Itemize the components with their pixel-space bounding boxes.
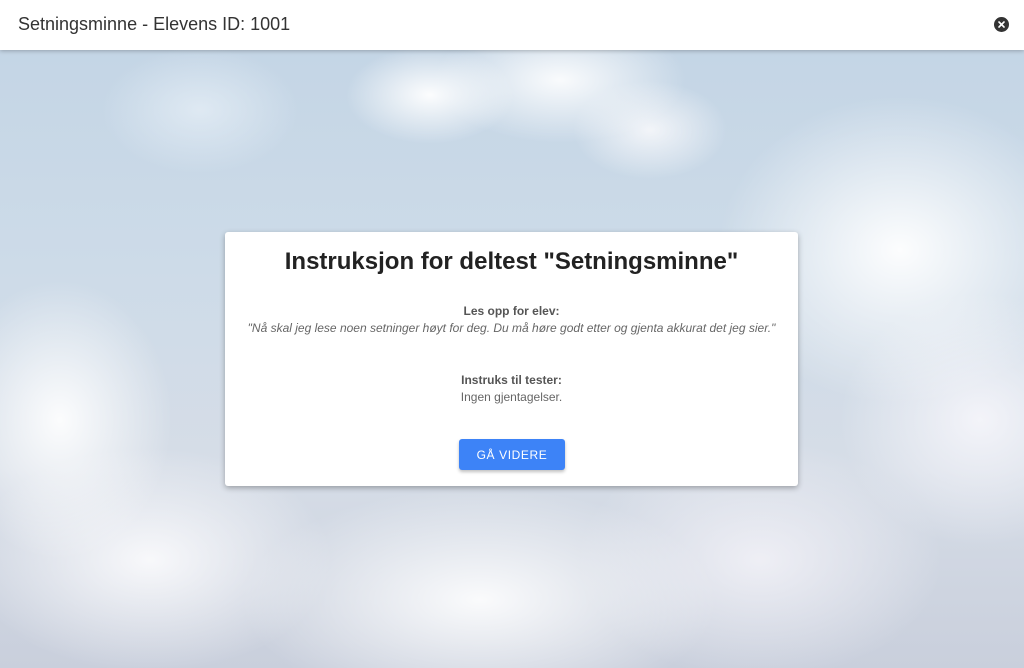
continue-button[interactable]: GÅ VIDERE <box>459 439 565 470</box>
instruction-title: Instruksjon for deltest "Setningsminne" <box>284 248 739 275</box>
read-aloud-heading: Les opp for elev: <box>463 304 560 318</box>
read-aloud-text: "Nå skal jeg lese noen setninger høyt fo… <box>247 321 776 335</box>
app-header: Setningsminne - Elevens ID: 1001 <box>0 0 1024 50</box>
instruction-card: Instruksjon for deltest "Setningsminne" … <box>225 232 798 486</box>
tester-instruction-heading: Instruks til tester: <box>461 373 562 387</box>
window-title: Setningsminne - Elevens ID: 1001 <box>18 14 291 34</box>
tester-instruction-text: Ingen gjentagelser. <box>460 390 563 404</box>
close-icon[interactable] <box>994 17 1009 32</box>
close-x-glyph <box>998 21 1005 28</box>
